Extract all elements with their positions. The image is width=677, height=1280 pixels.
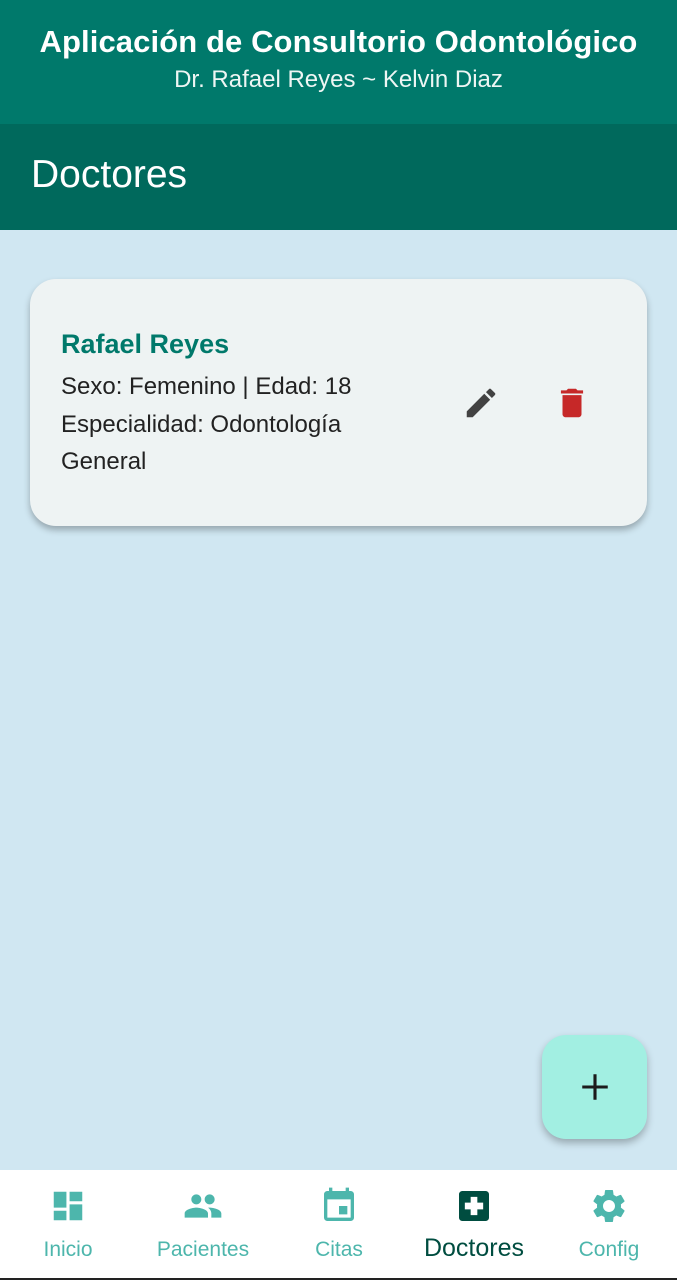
medical-cross-icon [454, 1186, 494, 1226]
pencil-icon [466, 388, 496, 418]
nav-label-inicio: Inicio [43, 1238, 93, 1261]
nav-item-inicio[interactable]: Inicio [18, 1170, 118, 1278]
doctor-name: Rafael Reyes [61, 329, 230, 359]
trash-icon [560, 388, 584, 418]
doctor-specialty: Especialidad: Odontología [61, 411, 342, 438]
nav-label-pacientes: Pacientes [156, 1238, 250, 1261]
gear-icon [589, 1186, 629, 1226]
doctor-specialty-cont: General [61, 448, 147, 475]
dashboard-icon [48, 1186, 88, 1226]
nav-label-citas: Citas [315, 1238, 363, 1261]
app-subtitle: Dr. Rafael Reyes ~ Kelvin Diaz [174, 66, 503, 93]
nav-label-config: Config [578, 1238, 640, 1261]
app-header: Aplicación de Consultorio Odontológico D… [0, 0, 677, 124]
edit-button[interactable] [458, 380, 504, 426]
doctor-sex-age: Sexo: Femenino | Edad: 18 [61, 373, 352, 400]
nav-item-config[interactable]: Config [564, 1170, 654, 1278]
people-icon [183, 1186, 223, 1226]
nav-item-doctores[interactable]: Doctores [410, 1170, 538, 1278]
nav-label-doctores: Doctores [423, 1234, 525, 1262]
calendar-icon [319, 1186, 359, 1226]
delete-button[interactable] [549, 380, 595, 426]
nav-item-citas[interactable]: Citas [294, 1170, 384, 1278]
page-title: Doctores [31, 153, 188, 196]
nav-item-pacientes[interactable]: Pacientes [143, 1170, 263, 1278]
app-title: Aplicación de Consultorio Odontológico [39, 24, 638, 59]
add-doctor-button[interactable] [542, 1035, 647, 1139]
plus-icon [581, 1074, 608, 1100]
